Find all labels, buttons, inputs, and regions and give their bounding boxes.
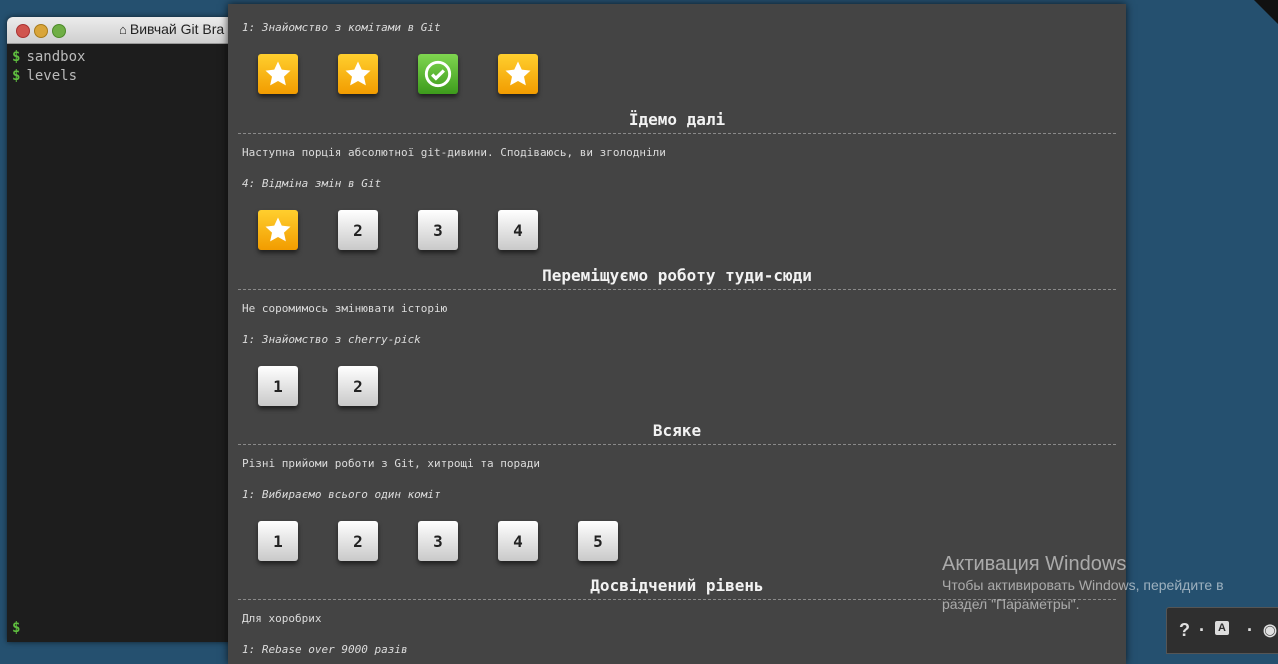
level-button-star[interactable] bbox=[498, 54, 538, 94]
level-button[interactable]: 1 bbox=[258, 521, 298, 561]
close-window-button[interactable] bbox=[16, 24, 30, 38]
language-button[interactable]: A bbox=[1215, 621, 1229, 635]
home-icon: ⌂ bbox=[119, 22, 127, 37]
help-button[interactable]: ? bbox=[1179, 620, 1190, 641]
group-heading: Їдемо далі bbox=[238, 110, 1116, 134]
level-button[interactable]: 1 bbox=[258, 366, 298, 406]
level-button[interactable]: 5 bbox=[578, 521, 618, 561]
level-button[interactable]: 3 bbox=[418, 521, 458, 561]
social-icon[interactable]: ◉ bbox=[1263, 620, 1277, 640]
separator: · bbox=[1199, 620, 1205, 640]
star-icon bbox=[345, 61, 371, 86]
level-button[interactable]: 4 bbox=[498, 210, 538, 250]
terminal-titlebar: ⌂ Вивчай Git Bra bbox=[7, 17, 237, 44]
level-button[interactable]: 3 bbox=[418, 210, 458, 250]
terminal-line: $ levels bbox=[12, 68, 78, 84]
separator: · bbox=[1247, 620, 1253, 640]
sequence-title: 1: Вибираємо всього один коміт bbox=[242, 488, 441, 501]
group-description: Різні прийоми роботи з Git, хитрощі та п… bbox=[242, 457, 541, 470]
star-icon bbox=[265, 217, 291, 242]
sequence-title: 1: Знайомство з cherry-pick bbox=[242, 333, 421, 346]
checkmark-icon bbox=[424, 60, 452, 88]
level-button-star[interactable] bbox=[258, 54, 298, 94]
star-icon bbox=[265, 61, 291, 86]
terminal-title: ⌂ Вивчай Git Bra bbox=[119, 21, 225, 37]
maximize-window-button[interactable] bbox=[52, 24, 66, 38]
level-button[interactable]: 2 bbox=[338, 366, 378, 406]
corner-fold bbox=[1254, 0, 1278, 24]
terminal-output: $ sandbox $ levels bbox=[7, 44, 237, 86]
terminal-window[interactable]: ⌂ Вивчай Git Bra $ sandbox $ levels $ bbox=[7, 17, 237, 642]
level-button-completed[interactable] bbox=[418, 54, 458, 94]
minimize-window-button[interactable] bbox=[34, 24, 48, 38]
windows-activation-watermark: Активация Windows Чтобы активировать Win… bbox=[942, 553, 1224, 612]
sequence-title: 4: Відміна змін в Git bbox=[242, 177, 382, 190]
level-button-star[interactable] bbox=[258, 210, 298, 250]
group-description: Для хоробрих bbox=[242, 612, 322, 625]
group-description: Не соромимось змінювати історію bbox=[242, 302, 448, 315]
level-button[interactable]: 2 bbox=[338, 521, 378, 561]
level-button-star[interactable] bbox=[338, 54, 378, 94]
terminal-line: $ sandbox bbox=[12, 49, 86, 65]
level-button[interactable]: 4 bbox=[498, 521, 538, 561]
group-description: Наступна порція абсолютної git-дивини. С… bbox=[242, 146, 666, 159]
terminal-input-prompt[interactable]: $ bbox=[12, 620, 20, 636]
star-icon bbox=[505, 61, 531, 86]
bottom-toolbar: ? · A · ◉ bbox=[1166, 607, 1278, 654]
sequence-title: 1: Знайомство з комітами в Git bbox=[242, 21, 441, 34]
level-button[interactable]: 2 bbox=[338, 210, 378, 250]
group-heading: Переміщуємо роботу туди-сюди bbox=[238, 266, 1116, 290]
group-heading: Всяке bbox=[238, 421, 1116, 445]
